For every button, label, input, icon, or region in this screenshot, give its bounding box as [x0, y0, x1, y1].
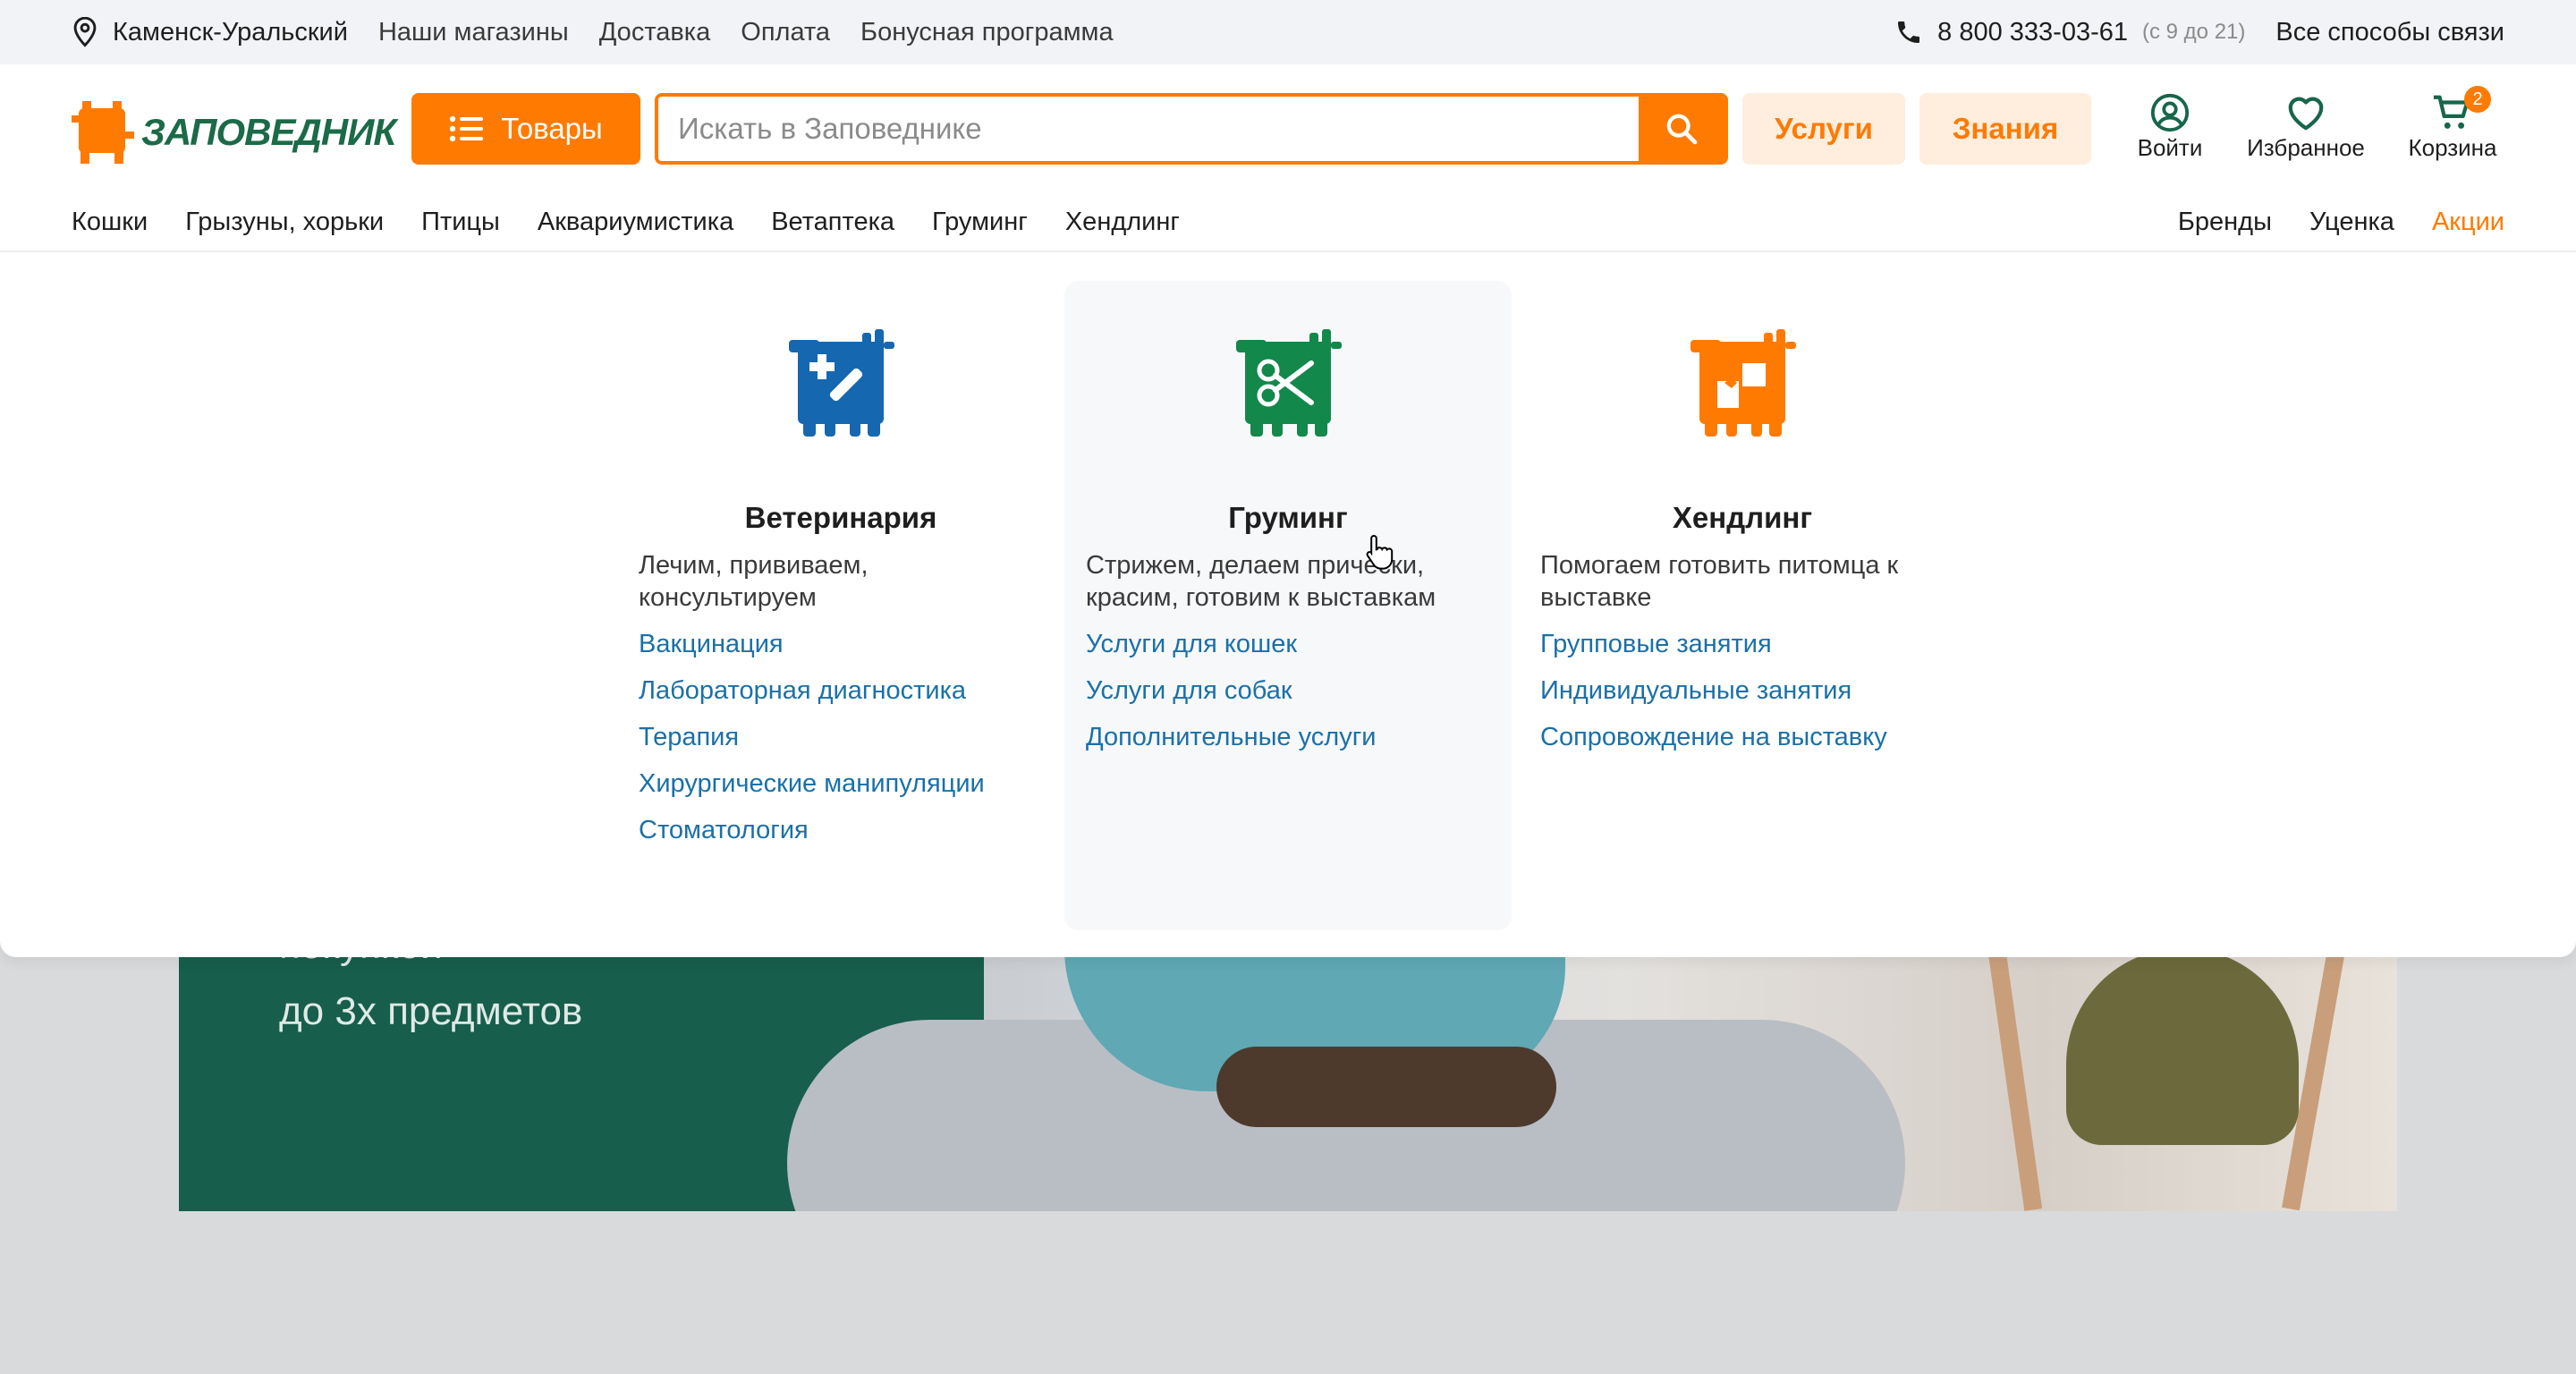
- logo-text: ЗАПОВЕДНИК: [141, 111, 396, 153]
- phone-icon: [1898, 21, 1920, 43]
- phone-link[interactable]: 8 800 333-03-61: [1894, 18, 2128, 47]
- link-cat-services[interactable]: Услуги для кошек: [1086, 628, 1488, 660]
- logo[interactable]: ЗАПОВЕДНИК: [72, 97, 396, 168]
- link-stores[interactable]: Наши магазины: [378, 18, 569, 47]
- top-utility-bar: Каменск-Уральский Наши магазины Доставка…: [0, 0, 2576, 64]
- link-lab-diagnostics[interactable]: Лабораторная диагностика: [639, 674, 1041, 707]
- promo-banner[interactable]: покупкой до 3х предметов: [179, 912, 2397, 1211]
- grooming-links: Услуги для кошек Услуги для собак Дополн…: [1086, 628, 1488, 768]
- nav-cats[interactable]: Кошки: [72, 208, 148, 237]
- nav-rodents[interactable]: Грызуны, хорьки: [185, 208, 384, 237]
- knowledge-button[interactable]: Знания: [1919, 93, 2091, 165]
- nav-vet-pharmacy[interactable]: Ветаптека: [771, 208, 894, 237]
- cart-button[interactable]: 2 Корзина: [2397, 86, 2508, 162]
- handling-column: Хендлинг Помогаем готовить питомца к выс…: [1519, 281, 1966, 930]
- vet-links: Вакцинация Лабораторная диагностика Тера…: [639, 628, 1041, 861]
- heart-icon: [2288, 97, 2324, 131]
- search-icon: [1666, 114, 1698, 145]
- hand-cursor-icon: [1366, 534, 1394, 570]
- list-icon: [450, 115, 484, 142]
- link-payment[interactable]: Оплата: [741, 18, 830, 47]
- vet-emblem-icon: [789, 329, 894, 437]
- cart-label: Корзина: [2408, 134, 2497, 161]
- search-input[interactable]: [658, 97, 1639, 161]
- catalog-button[interactable]: Товары: [411, 93, 640, 165]
- cart-count-badge: 2: [2464, 86, 2491, 113]
- city-name: Каменск-Уральский: [113, 17, 348, 47]
- link-dog-services[interactable]: Услуги для собак: [1086, 674, 1488, 707]
- link-therapy[interactable]: Терапия: [639, 721, 1041, 753]
- location-pin-icon: [73, 17, 97, 47]
- phone-number: 8 800 333-03-61: [1937, 17, 2128, 47]
- catalog-button-label: Товары: [501, 112, 603, 145]
- handling-emblem-icon: [1690, 329, 1796, 437]
- banner-line-2: до 3х предметов: [279, 989, 583, 1033]
- nav-handling[interactable]: Хендлинг: [1065, 208, 1180, 237]
- user-icon: [2150, 93, 2190, 132]
- nav-birds[interactable]: Птицы: [421, 208, 500, 237]
- favorites-label: Избранное: [2247, 134, 2365, 161]
- login-label: Войти: [2137, 134, 2203, 161]
- nav-discount[interactable]: Уценка: [2309, 208, 2394, 237]
- search-bar: [655, 93, 1728, 165]
- banner-photo: [787, 912, 2397, 1211]
- nav-sales[interactable]: Акции: [2432, 208, 2504, 237]
- link-surgery[interactable]: Хирургические манипуляции: [639, 768, 1041, 800]
- services-button[interactable]: Услуги: [1742, 93, 1905, 165]
- vet-description: Лечим, прививаем, консультируем: [639, 551, 869, 612]
- link-bonus[interactable]: Бонусная программа: [860, 18, 1114, 47]
- grooming-title: Груминг: [1228, 501, 1348, 534]
- nav-grooming[interactable]: Груминг: [932, 208, 1028, 237]
- grooming-column: Груминг Стрижем, делаем прически, красим…: [1064, 281, 1512, 930]
- link-extra-services[interactable]: Дополнительные услуги: [1086, 721, 1488, 753]
- site-header: ЗАПОВЕДНИК Товары Услуги Знания Войти: [0, 64, 2576, 252]
- login-button[interactable]: Войти: [2129, 91, 2211, 162]
- link-show-escort[interactable]: Сопровождение на выставку: [1540, 721, 1943, 753]
- logo-cat-icon: [72, 101, 134, 164]
- link-group-classes[interactable]: Групповые занятия: [1540, 628, 1943, 660]
- favorites-button[interactable]: Избранное: [2236, 91, 2376, 162]
- link-dentistry[interactable]: Стоматология: [639, 814, 1041, 846]
- link-individual-classes[interactable]: Индивидуальные занятия: [1540, 674, 1943, 707]
- search-button[interactable]: [1639, 97, 1724, 161]
- handling-links: Групповые занятия Индивидуальные занятия…: [1540, 628, 1943, 768]
- grooming-description: Стрижем, делаем прически, красим, готови…: [1086, 551, 1436, 612]
- all-contacts-link[interactable]: Все способы связи: [2275, 18, 2504, 47]
- handling-description: Помогаем готовить питомца к выставке: [1540, 551, 1899, 612]
- services-dropdown: Ветеринария Лечим, прививаем, консультир…: [0, 250, 2576, 957]
- link-vaccination[interactable]: Вакцинация: [639, 628, 1041, 660]
- link-delivery[interactable]: Доставка: [599, 18, 711, 47]
- city-selector[interactable]: Каменск-Уральский: [72, 17, 348, 47]
- vet-column: Ветеринария Лечим, прививаем, консультир…: [617, 281, 1064, 930]
- handling-title: Хендлинг: [1672, 501, 1813, 534]
- phone-hours: (с 9 до 21): [2142, 20, 2246, 44]
- nav-aquarium[interactable]: Аквариумистика: [538, 208, 733, 237]
- grooming-emblem-icon: [1236, 329, 1342, 437]
- category-nav: Кошки Грызуны, хорьки Птицы Аквариумисти…: [72, 204, 2504, 240]
- vet-title: Ветеринария: [744, 501, 937, 534]
- nav-brands[interactable]: Бренды: [2178, 208, 2272, 237]
